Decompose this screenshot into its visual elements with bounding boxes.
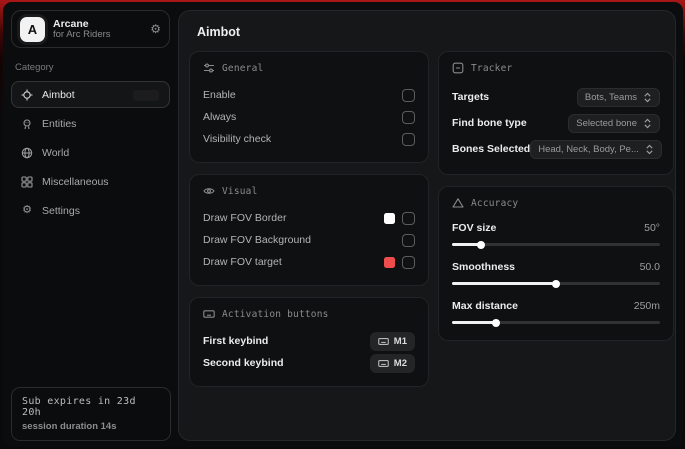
sidebar: A Arcane for Arc Riders ⚙ Category Aimbo… (3, 2, 178, 447)
setting-row-find-bone-type: Find bone type Selected bone (452, 110, 660, 136)
subscription-box: Sub expires in 23d 20h session duration … (11, 387, 171, 441)
sidebar-item-world[interactable]: World (11, 139, 170, 166)
square-minus-icon (452, 62, 464, 74)
page-title: Aimbot (179, 11, 675, 39)
chevrons-up-down-icon (643, 92, 652, 103)
max-distance-setting: Max distance 250m (452, 297, 660, 328)
sidebar-item-label: Entities (42, 118, 76, 130)
fov-size-slider[interactable] (452, 238, 660, 250)
settings-gear-icon: ⚙ (21, 205, 33, 217)
sliders-icon (203, 62, 215, 74)
left-column: General Enable Always Visibility check (189, 51, 429, 398)
main-panel: Aimbot General Enable Always (178, 10, 676, 441)
setting-row-draw-fov-target: Draw FOV target (203, 251, 415, 273)
card-title: General (222, 63, 263, 74)
globe-icon (21, 147, 33, 159)
first-keybind-button[interactable]: M1 (370, 332, 415, 351)
max-distance-value: 250m (634, 300, 660, 312)
sidebar-item-label: Aimbot (42, 89, 75, 101)
find-bone-type-dropdown[interactable]: Selected bone (568, 114, 660, 133)
visibility-check-checkbox[interactable] (402, 133, 415, 146)
setting-row-always: Always (203, 106, 415, 128)
setting-row-draw-fov-border: Draw FOV Border (203, 207, 415, 229)
chevrons-up-down-icon (643, 118, 652, 129)
always-checkbox[interactable] (402, 111, 415, 124)
brand-name: Arcane (53, 18, 142, 30)
brand-logo: A (20, 17, 45, 42)
sidebar-item-entities[interactable]: Entities (11, 110, 170, 137)
fov-size-setting: FOV size 50° (452, 219, 660, 250)
draw-fov-target-checkbox[interactable] (402, 256, 415, 269)
slider-thumb[interactable] (477, 241, 485, 249)
slider-thumb[interactable] (552, 280, 560, 288)
brand-subtitle: for Arc Riders (53, 30, 142, 41)
setting-row-draw-fov-background: Draw FOV Background (203, 229, 415, 251)
sidebar-nav: Aimbot Entities World (11, 81, 170, 224)
app-window: A Arcane for Arc Riders ⚙ Category Aimbo… (3, 2, 683, 447)
visual-card: Visual Draw FOV Border Draw FOV Backgrou… (189, 174, 429, 286)
tracker-card: Tracker Targets Bots, Teams Find bone (438, 51, 674, 175)
keyboard-icon (203, 308, 215, 320)
general-card: General Enable Always Visibility check (189, 51, 429, 163)
keybind-ghost-badge (133, 90, 159, 101)
setting-row-targets: Targets Bots, Teams (452, 84, 660, 110)
setting-row-enable: Enable (203, 84, 415, 106)
crosshair-icon (21, 89, 33, 101)
right-column: Tracker Targets Bots, Teams Find bone (438, 51, 674, 352)
setting-row-bones-selected: Bones Selected Head, Neck, Body, Pe... (452, 136, 660, 162)
keyboard-small-icon (378, 358, 389, 369)
grid-icon (21, 176, 33, 188)
gear-icon[interactable]: ⚙ (150, 22, 161, 36)
smoothness-value: 50.0 (640, 261, 660, 273)
triangle-icon (452, 197, 464, 209)
enable-checkbox[interactable] (402, 89, 415, 102)
smoothness-setting: Smoothness 50.0 (452, 258, 660, 289)
card-title: Activation buttons (222, 309, 329, 320)
sidebar-item-label: Settings (42, 205, 80, 217)
setting-row-first-keybind: First keybind M1 (203, 330, 415, 352)
draw-fov-background-checkbox[interactable] (402, 234, 415, 247)
setting-row-second-keybind: Second keybind M2 (203, 352, 415, 374)
sidebar-item-label: Miscellaneous (42, 176, 109, 188)
setting-row-visibility-check: Visibility check (203, 128, 415, 150)
activation-buttons-card: Activation buttons First keybind M1 S (189, 297, 429, 387)
slider-thumb[interactable] (492, 319, 500, 327)
sub-expiry-text: Sub expires in 23d 20h (22, 396, 160, 418)
fov-border-color-swatch[interactable] (384, 213, 395, 224)
eye-icon (203, 185, 215, 197)
smoothness-slider[interactable] (452, 277, 660, 289)
card-title: Visual (222, 186, 258, 197)
card-title: Accuracy (471, 198, 518, 209)
second-keybind-button[interactable]: M2 (370, 354, 415, 373)
session-duration-text: session duration 14s (22, 421, 160, 432)
sidebar-item-settings[interactable]: ⚙ Settings (11, 197, 170, 224)
keyboard-small-icon (378, 336, 389, 347)
category-label: Category (15, 62, 166, 73)
entities-icon (21, 118, 33, 130)
chevrons-up-down-icon (645, 144, 654, 155)
max-distance-slider[interactable] (452, 316, 660, 328)
card-title: Tracker (471, 63, 512, 74)
sidebar-item-miscellaneous[interactable]: Miscellaneous (11, 168, 170, 195)
draw-fov-border-checkbox[interactable] (402, 212, 415, 225)
targets-dropdown[interactable]: Bots, Teams (577, 88, 660, 107)
bones-selected-dropdown[interactable]: Head, Neck, Body, Pe... (530, 140, 662, 159)
brand-card: A Arcane for Arc Riders ⚙ (11, 10, 170, 48)
fov-size-value: 50° (644, 222, 660, 234)
sidebar-item-aimbot[interactable]: Aimbot (11, 81, 170, 108)
accuracy-card: Accuracy FOV size 50° Smoothness (438, 186, 674, 341)
fov-target-color-swatch[interactable] (384, 257, 395, 268)
sidebar-item-label: World (42, 147, 69, 159)
